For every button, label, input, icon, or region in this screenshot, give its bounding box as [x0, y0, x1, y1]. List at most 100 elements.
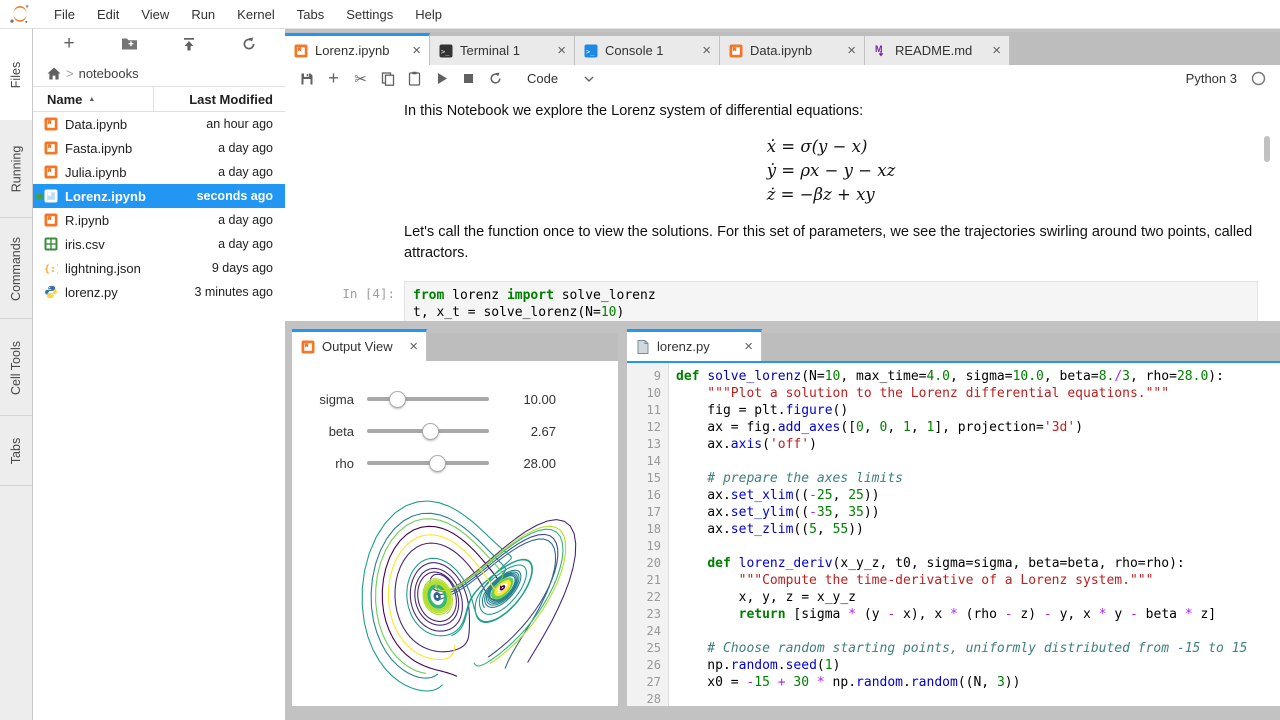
editor-line-16[interactable]: 16 ax.set_xlim((-25, 25)) — [627, 487, 1280, 504]
editor-line-17[interactable]: 17 ax.set_ylim((-35, 35)) — [627, 504, 1280, 521]
widget-sliders: sigma10.00beta2.67rho28.00 — [292, 361, 618, 479]
sidebar-tab-tabs[interactable]: Tabs — [0, 417, 32, 486]
file-row-r.ipynb[interactable]: R.ipynba day ago — [33, 208, 285, 232]
close-icon[interactable]: × — [557, 42, 566, 59]
editor-line-10[interactable]: 10 """Plot a solution to the Lorenz diff… — [627, 385, 1280, 402]
close-icon[interactable]: × — [412, 42, 421, 59]
menu-settings[interactable]: Settings — [335, 1, 404, 28]
output-view-tab-bar: Output View× — [292, 333, 618, 361]
sidebar-tab-cell-tools[interactable]: Cell Tools — [0, 320, 32, 416]
file-row-fasta.ipynb[interactable]: Fasta.ipynba day ago — [33, 136, 285, 160]
menu-run[interactable]: Run — [180, 1, 226, 28]
menu-help[interactable]: Help — [404, 1, 453, 28]
editor-line-26[interactable]: 26 np.random.seed(1) — [627, 657, 1280, 674]
line-code: np.random.seed(1) — [669, 657, 840, 674]
menu-file[interactable]: File — [43, 1, 86, 28]
line-code: fig = plt.figure() — [669, 402, 848, 419]
close-icon[interactable]: × — [702, 42, 711, 59]
tab-label: Lorenz.ipynb — [315, 43, 406, 58]
tab-console-1[interactable]: >_Console 1× — [575, 36, 720, 65]
copy-cells-button[interactable] — [374, 69, 401, 89]
close-icon[interactable]: × — [847, 42, 856, 59]
menu-kernel[interactable]: Kernel — [226, 1, 286, 28]
sidebar-tab-commands[interactable]: Commands — [0, 219, 32, 319]
latex-equations: ẋ = σ(y − x)ẏ = ρx − y − xzż = −βz + xy — [404, 135, 1258, 207]
file-row-data.ipynb[interactable]: Data.ipynban hour ago — [33, 112, 285, 136]
tab-readme-md[interactable]: MREADME.md× — [865, 36, 1010, 65]
slider-handle[interactable] — [429, 455, 446, 472]
line-number: 26 — [627, 657, 669, 674]
line-code: x0 = -15 + 30 * np.random.random((N, 3)) — [669, 674, 1020, 691]
column-name[interactable]: Name ▲ — [33, 92, 153, 107]
editor-line-19[interactable]: 19 — [627, 538, 1280, 555]
close-icon[interactable]: × — [409, 338, 418, 355]
editor-line-24[interactable]: 24 — [627, 623, 1280, 640]
editor-line-28[interactable]: 28 — [627, 691, 1280, 706]
python-file-icon — [44, 285, 58, 299]
new-launcher-button[interactable]: + — [59, 34, 79, 54]
file-name: R.ipynb — [65, 213, 109, 228]
markdown-paragraph-2: Let's call the function once to view the… — [404, 222, 1258, 264]
editor-line-25[interactable]: 25 # Choose random starting points, unif… — [627, 640, 1280, 657]
code-cell-input[interactable]: from lorenz import solve_lorenzt, x_t = … — [404, 281, 1258, 321]
line-code: return [sigma * (y - x), x * (rho - z) -… — [669, 606, 1216, 623]
editor-line-23[interactable]: 23 return [sigma * (y - x), x * (rho - z… — [627, 606, 1280, 623]
file-row-lorenz.py[interactable]: lorenz.py3 minutes ago — [33, 280, 285, 304]
file-row-lorenz.ipynb[interactable]: Lorenz.ipynbseconds ago — [33, 184, 285, 208]
notebook-content[interactable]: In this Notebook we explore the Lorenz s… — [285, 92, 1280, 321]
editor-line-9[interactable]: 9def solve_lorenz(N=10, max_time=4.0, si… — [627, 368, 1280, 385]
cut-cells-button[interactable]: ✂ — [347, 69, 374, 89]
refresh-button[interactable] — [239, 34, 259, 54]
menu-tabs[interactable]: Tabs — [286, 1, 335, 28]
slider-label: beta — [292, 424, 354, 439]
editor-line-22[interactable]: 22 x, y, z = x_y_z — [627, 589, 1280, 606]
editor-line-12[interactable]: 12 ax = fig.add_axes([0, 0, 1, 1], proje… — [627, 419, 1280, 436]
slider-handle[interactable] — [422, 423, 439, 440]
add-cell-button[interactable]: + — [320, 69, 347, 89]
column-last-modified[interactable]: Last Modified — [154, 92, 285, 107]
tab-output-view[interactable]: Output View× — [292, 329, 427, 361]
notebook-scrollbar[interactable] — [1264, 136, 1270, 162]
cell-type-dropdown[interactable]: Code — [527, 71, 594, 86]
save-button[interactable] — [293, 69, 320, 89]
breadcrumb-folder[interactable]: notebooks — [79, 66, 139, 81]
home-icon[interactable] — [47, 67, 61, 80]
editor-line-13[interactable]: 13 ax.axis('off') — [627, 436, 1280, 453]
code-editor-panel[interactable]: 8 9def solve_lorenz(N=10, max_time=4.0, … — [627, 361, 1280, 706]
slider-handle[interactable] — [389, 391, 406, 408]
upload-button[interactable] — [179, 34, 199, 54]
svg-text:{:}: {:} — [44, 264, 58, 275]
editor-line-18[interactable]: 18 ax.set_zlim((5, 55)) — [627, 521, 1280, 538]
slider-track[interactable] — [367, 461, 489, 465]
notebook-icon — [729, 44, 743, 58]
new-folder-button[interactable] — [119, 34, 139, 54]
file-list-header: Name ▲ Last Modified — [33, 86, 285, 112]
slider-track[interactable] — [367, 397, 489, 401]
file-row-julia.ipynb[interactable]: Julia.ipynba day ago — [33, 160, 285, 184]
sidebar-tab-files[interactable]: Files — [0, 28, 32, 122]
editor-line-14[interactable]: 14 — [627, 453, 1280, 470]
menu-edit[interactable]: Edit — [86, 1, 130, 28]
editor-line-15[interactable]: 15 # prepare the axes limits — [627, 470, 1280, 487]
restart-kernel-button[interactable] — [482, 69, 509, 89]
editor-line-21[interactable]: 21 """Compute the time-derivative of a L… — [627, 572, 1280, 589]
notebook-icon — [44, 165, 58, 179]
tab-lorenz-py[interactable]: lorenz.py× — [627, 329, 762, 361]
close-icon[interactable]: × — [992, 42, 1001, 59]
editor-line-11[interactable]: 11 fig = plt.figure() — [627, 402, 1280, 419]
stop-kernel-button[interactable] — [455, 69, 482, 89]
tab-label: Data.ipynb — [750, 43, 841, 58]
paste-cells-button[interactable] — [401, 69, 428, 89]
run-cell-button[interactable] — [428, 69, 455, 89]
kernel-indicator[interactable]: Python 3 — [1186, 71, 1280, 86]
tab-lorenz-ipynb[interactable]: Lorenz.ipynb × — [285, 33, 430, 65]
tab-terminal-1[interactable]: >_Terminal 1× — [430, 36, 575, 65]
file-row-lightning.json[interactable]: {:}lightning.json9 days ago — [33, 256, 285, 280]
editor-line-20[interactable]: 20 def lorenz_deriv(x_y_z, t0, sigma=sig… — [627, 555, 1280, 572]
close-icon[interactable]: × — [744, 338, 753, 355]
sidebar-tab-running[interactable]: Running — [0, 120, 32, 218]
editor-line-27[interactable]: 27 x0 = -15 + 30 * np.random.random((N, … — [627, 674, 1280, 691]
file-row-iris.csv[interactable]: iris.csva day ago — [33, 232, 285, 256]
tab-data-ipynb[interactable]: Data.ipynb × — [720, 36, 865, 65]
menu-view[interactable]: View — [130, 1, 180, 28]
